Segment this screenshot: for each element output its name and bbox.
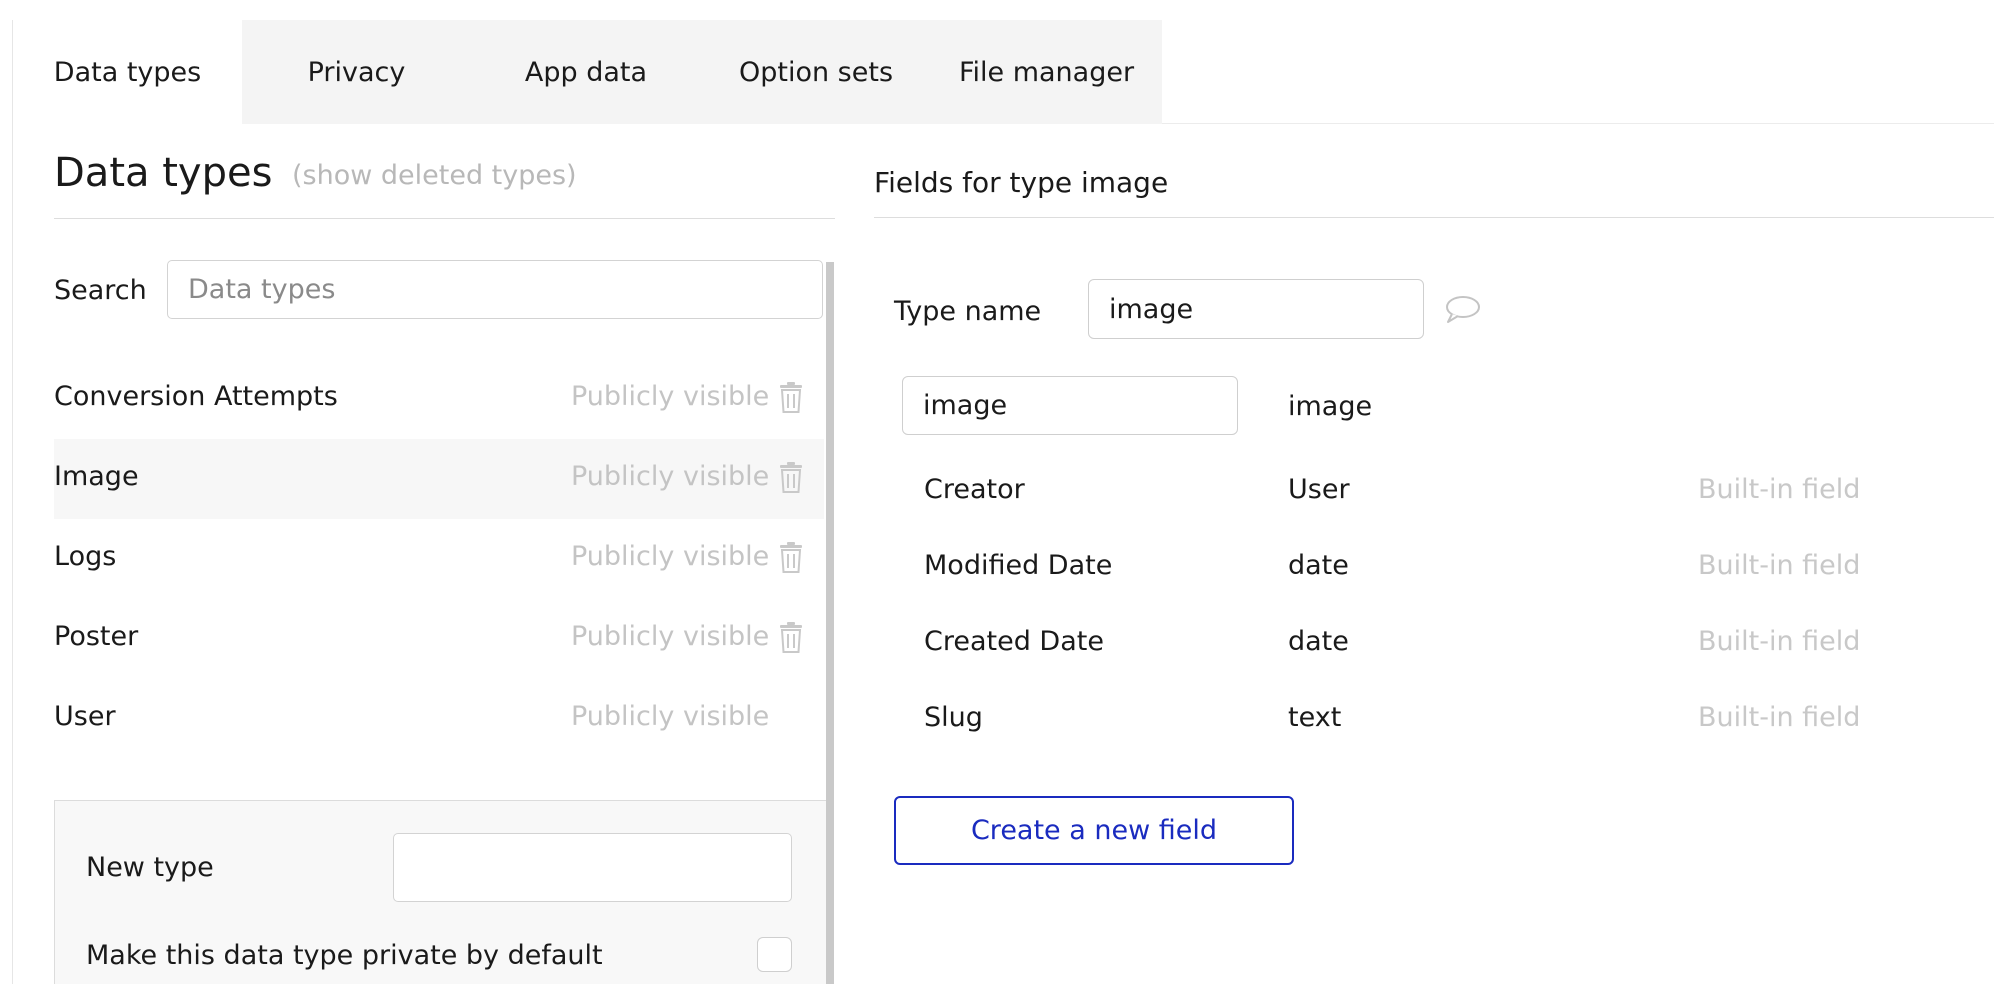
search-label: Search — [54, 275, 147, 306]
right-header-divider — [874, 217, 1994, 218]
visibility-status: Publicly visible — [571, 461, 770, 492]
field-row-slug: Slug text Built-in field — [924, 702, 1994, 742]
built-in-field-badge: Built-in field — [1698, 474, 1861, 505]
field-name: Modified Date — [924, 550, 1113, 581]
trash-icon[interactable] — [778, 461, 804, 493]
type-name-label: Type name — [894, 296, 1042, 327]
tab-data-types[interactable]: Data types — [13, 20, 242, 124]
search-input[interactable] — [167, 260, 823, 319]
built-in-field-badge: Built-in field — [1698, 626, 1861, 657]
visibility-status: Publicly visible — [571, 541, 770, 572]
private-by-default-checkbox[interactable] — [757, 937, 792, 972]
new-type-label: New type — [86, 852, 214, 883]
list-item-logs[interactable]: Logs Publicly visible — [54, 519, 824, 599]
tab-option-sets[interactable]: Option sets — [701, 20, 931, 124]
field-row-created-date: Created Date date Built-in field — [924, 626, 1994, 666]
tab-bar: Data types Privacy App data Option sets … — [13, 20, 1162, 124]
list-item-user[interactable]: User Publicly visible — [54, 679, 824, 759]
field-name: Created Date — [924, 626, 1104, 657]
type-name: Image — [54, 461, 139, 492]
type-name-input[interactable] — [1088, 279, 1424, 339]
built-in-field-badge: Built-in field — [1698, 550, 1861, 581]
field-name: Slug — [924, 702, 983, 733]
create-new-field-button[interactable]: Create a new field — [894, 796, 1294, 865]
field-type: date — [1288, 626, 1349, 657]
left-header-divider — [54, 218, 835, 219]
list-item-poster[interactable]: Poster Publicly visible — [54, 599, 824, 679]
field-name-input[interactable] — [902, 376, 1238, 435]
visibility-status: Publicly visible — [571, 381, 770, 412]
field-name: Creator — [924, 474, 1025, 505]
page-edge-divider — [12, 20, 13, 984]
visibility-status: Publicly visible — [571, 701, 770, 732]
page-title: Data types — [54, 150, 273, 196]
new-type-input[interactable] — [393, 833, 792, 902]
list-item-image[interactable]: Image Publicly visible — [54, 439, 824, 519]
field-type: image — [1288, 391, 1373, 422]
field-row-modified-date: Modified Date date Built-in field — [924, 550, 1994, 590]
tab-privacy[interactable]: Privacy — [242, 20, 471, 124]
field-type: text — [1288, 702, 1342, 733]
comment-icon[interactable] — [1443, 294, 1481, 324]
type-name: Conversion Attempts — [54, 381, 338, 412]
list-item-conversion-attempts[interactable]: Conversion Attempts Publicly visible — [54, 359, 824, 439]
database-editor: Data types Privacy App data Option sets … — [0, 0, 1994, 984]
show-deleted-types-link[interactable]: (show deleted types) — [292, 160, 577, 191]
field-row-creator: Creator User Built-in field — [924, 474, 1994, 514]
type-name: User — [54, 701, 116, 732]
trash-icon[interactable] — [778, 541, 804, 573]
tab-app-data[interactable]: App data — [471, 20, 701, 124]
type-name: Logs — [54, 541, 117, 572]
trash-icon[interactable] — [778, 381, 804, 413]
built-in-field-badge: Built-in field — [1698, 702, 1861, 733]
visibility-status: Publicly visible — [571, 621, 770, 652]
trash-icon[interactable] — [778, 621, 804, 653]
private-by-default-label: Make this data type private by default — [86, 940, 603, 971]
field-type: User — [1288, 474, 1350, 505]
tab-bar-underline — [1162, 123, 1994, 124]
type-name: Poster — [54, 621, 139, 652]
field-type: date — [1288, 550, 1349, 581]
fields-panel-title: Fields for type image — [874, 166, 1169, 199]
scrollbar[interactable] — [826, 262, 834, 984]
tab-file-manager[interactable]: File manager — [931, 20, 1162, 124]
